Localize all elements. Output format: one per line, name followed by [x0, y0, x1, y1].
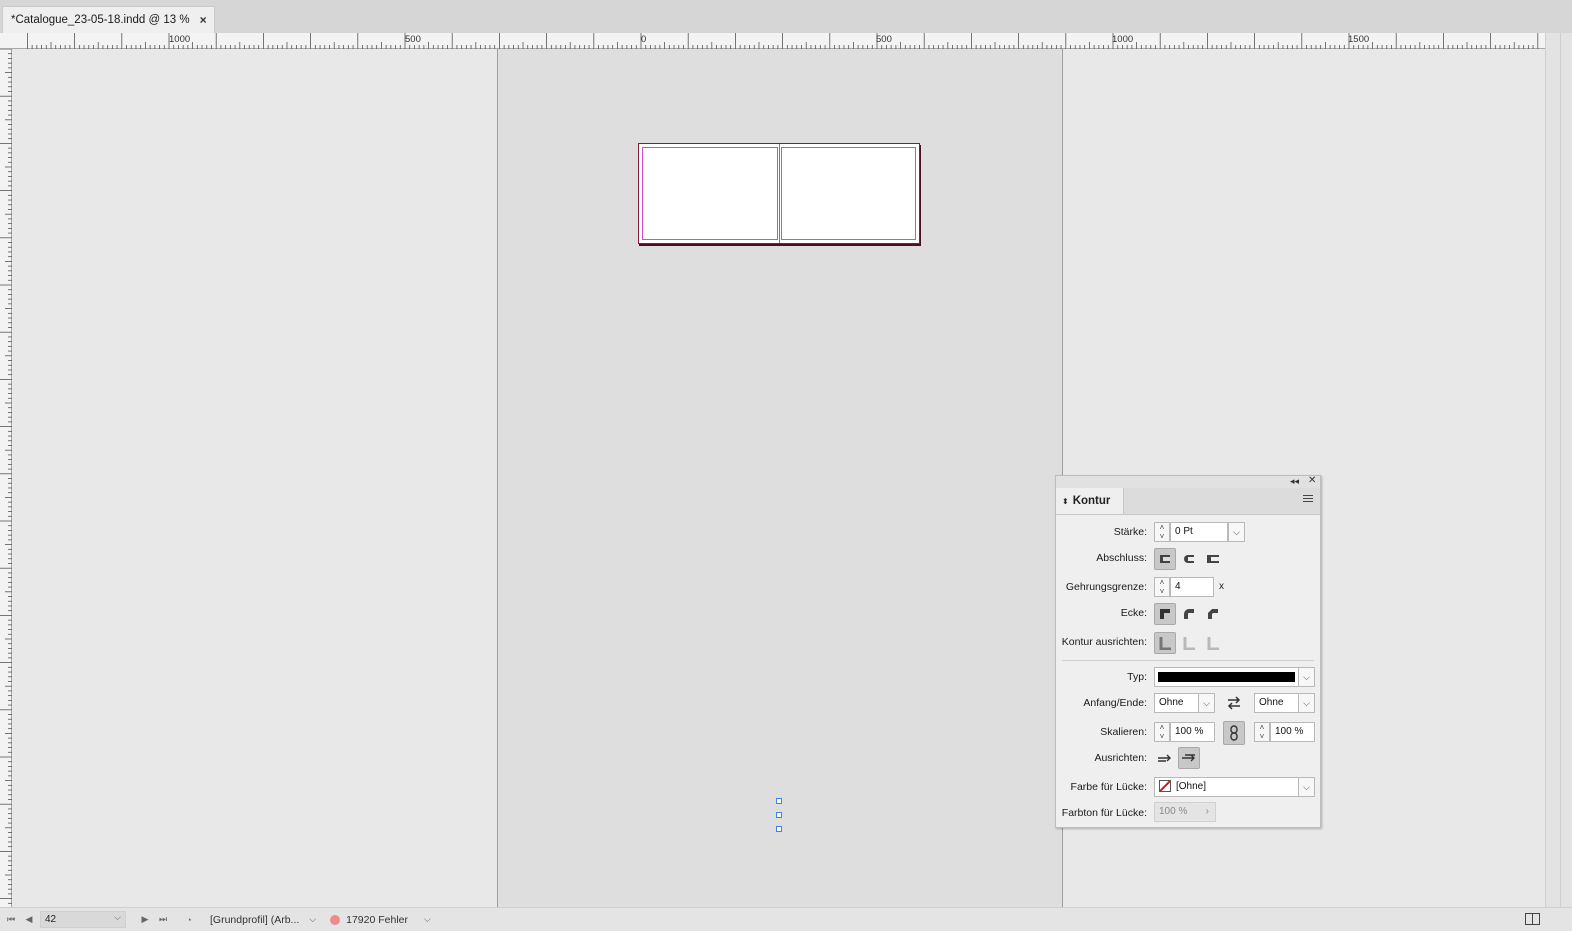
- chevron-down-icon[interactable]: ⌵: [424, 914, 431, 925]
- projecting-cap-icon[interactable]: [1202, 548, 1224, 570]
- end-shape-select[interactable]: Ohne: [1254, 693, 1299, 713]
- ruler-label: 500: [876, 34, 892, 45]
- error-dot-icon: [330, 914, 341, 925]
- ruler-label: 1000: [169, 34, 191, 45]
- swap-arrows-icon[interactable]: [1223, 692, 1245, 714]
- kontur-ausrichten-label: Kontur ausrichten:: [1061, 636, 1147, 648]
- stroke-panel: ◂◂ ✕ ⬍ Kontur Stärke: ˄ ˅ 0 Pt ⌵ Abschlus…: [1055, 475, 1321, 828]
- updown-icon: ⬍: [1062, 496, 1069, 506]
- scale-start-field[interactable]: 100 %: [1170, 722, 1215, 742]
- stroke-type-select[interactable]: [1154, 667, 1299, 687]
- status-bar: ⏮ ◀ 42 ⌵ ▶ ⏭ ◔ [Grundprofil] (Arb... ⌵ 1…: [0, 907, 1572, 931]
- round-cap-icon[interactable]: [1178, 548, 1200, 570]
- panel-titlebar[interactable]: ◂◂ ✕: [1056, 475, 1320, 488]
- error-count: 17920 Fehler: [346, 913, 408, 926]
- typ-label: Typ:: [1127, 671, 1147, 683]
- align-stroke-center-icon[interactable]: [1154, 632, 1176, 654]
- first-page-icon[interactable]: ⏮: [2, 914, 20, 925]
- next-page-icon[interactable]: ▶: [136, 914, 154, 925]
- solid-line-preview: [1158, 672, 1295, 682]
- miter-join-icon[interactable]: [1154, 603, 1176, 625]
- gehrungsgrenze-stepper[interactable]: ˄ ˅: [1154, 577, 1170, 597]
- left-page[interactable]: [642, 147, 778, 240]
- vertical-ruler[interactable]: [0, 49, 12, 907]
- gehrungsgrenze-unit: x: [1219, 581, 1224, 592]
- spread-spine: [779, 144, 780, 243]
- split-view-icon[interactable]: [1525, 913, 1540, 928]
- ruler-label: 1500: [1348, 34, 1370, 45]
- bevel-join-icon[interactable]: [1202, 603, 1224, 625]
- document-tab-bar: *Catalogue_23-05-18.indd @ 13 % ×: [0, 0, 1572, 34]
- close-panel-icon[interactable]: ✕: [1308, 475, 1316, 486]
- staerke-stepper[interactable]: ˄ ˅: [1154, 522, 1170, 542]
- panel-menu-icon[interactable]: [1303, 495, 1313, 504]
- scale-start-stepper[interactable]: ˄ ˅: [1154, 722, 1170, 742]
- round-join-icon[interactable]: [1178, 603, 1200, 625]
- align-stroke-inside-icon[interactable]: [1178, 632, 1200, 654]
- tab-kontur[interactable]: ⬍ Kontur: [1056, 488, 1124, 514]
- scale-end-stepper[interactable]: ˄ ˅: [1254, 722, 1270, 742]
- gehrungsgrenze-label: Gehrungsgrenze:: [1065, 581, 1147, 593]
- ruler-label: 0: [641, 34, 647, 45]
- gap-color-dropdown[interactable]: ⌵: [1298, 777, 1315, 797]
- ruler-label: 1000: [1112, 34, 1134, 45]
- gap-tint-label: Farbton für Lücke:: [1061, 807, 1147, 819]
- gap-color-label: Farbe für Lücke:: [1070, 781, 1147, 793]
- page-spread[interactable]: [638, 143, 920, 244]
- gap-color-value: [Ohne]: [1176, 781, 1207, 792]
- ecke-label: Ecke:: [1120, 607, 1147, 619]
- panel-title: Kontur: [1072, 495, 1111, 507]
- align-stroke-outside-icon[interactable]: [1202, 632, 1224, 654]
- ruler-label: 500: [405, 34, 421, 45]
- place-tip-icon[interactable]: [1178, 747, 1200, 769]
- right-panel-dock: [1545, 33, 1572, 907]
- staerke-label: Stärke:: [1113, 526, 1147, 538]
- preflight-errors[interactable]: 17920 Fehler: [330, 914, 408, 926]
- selection-handle[interactable]: [776, 812, 782, 818]
- preflight-profile[interactable]: [Grundprofil] (Arb...: [210, 914, 299, 926]
- gap-color-select[interactable]: [Ohne]: [1154, 777, 1299, 797]
- open-page-icon[interactable]: ◔: [178, 915, 200, 925]
- butt-cap-icon[interactable]: [1154, 548, 1176, 570]
- extend-tip-icon[interactable]: [1154, 747, 1176, 769]
- right-page[interactable]: [781, 147, 916, 240]
- previous-page-icon[interactable]: ◀: [20, 914, 38, 925]
- none-swatch-icon: [1159, 780, 1171, 793]
- scale-end-field[interactable]: 100 %: [1270, 722, 1315, 742]
- skalieren-label: Skalieren:: [1100, 726, 1147, 738]
- horizontal-ruler[interactable]: 1000 500 0 500 1000 1500: [0, 33, 1545, 49]
- abschluss-label: Abschluss:: [1096, 552, 1147, 564]
- document-tab-title: *Catalogue_23-05-18.indd @ 13 %: [11, 14, 190, 26]
- start-shape-dropdown[interactable]: ⌵: [1198, 693, 1215, 713]
- ausrichten-label: Ausrichten:: [1094, 752, 1147, 764]
- staerke-field[interactable]: 0 Pt: [1170, 522, 1228, 542]
- end-shape-dropdown[interactable]: ⌵: [1298, 693, 1315, 713]
- chevron-down-icon[interactable]: ⌵: [309, 914, 316, 925]
- anfang-ende-label: Anfang/Ende:: [1083, 697, 1147, 709]
- selection-handle[interactable]: [776, 826, 782, 832]
- close-tab-icon[interactable]: ×: [200, 13, 207, 27]
- selection-handle[interactable]: [776, 798, 782, 804]
- collapse-panel-icon[interactable]: ◂◂: [1290, 476, 1299, 487]
- link-scale-icon[interactable]: [1223, 721, 1245, 745]
- panel-divider: [1062, 660, 1314, 661]
- gap-tint-field: 100 % ›: [1154, 802, 1216, 822]
- stroke-type-dropdown[interactable]: ⌵: [1298, 667, 1315, 687]
- gap-tint-value: 100 %: [1159, 806, 1188, 817]
- page-number-field[interactable]: 42 ⌵: [40, 911, 126, 928]
- start-shape-select[interactable]: Ohne: [1154, 693, 1199, 713]
- page-number-value: 42: [45, 914, 57, 925]
- chevron-down-icon: ⌵: [114, 912, 121, 922]
- last-page-icon[interactable]: ⏭: [154, 914, 172, 925]
- gehrungsgrenze-field[interactable]: 4: [1170, 577, 1214, 597]
- document-tab[interactable]: *Catalogue_23-05-18.indd @ 13 % ×: [2, 6, 215, 33]
- chevron-right-icon: ›: [1205, 806, 1209, 817]
- staerke-dropdown[interactable]: ⌵: [1228, 522, 1245, 542]
